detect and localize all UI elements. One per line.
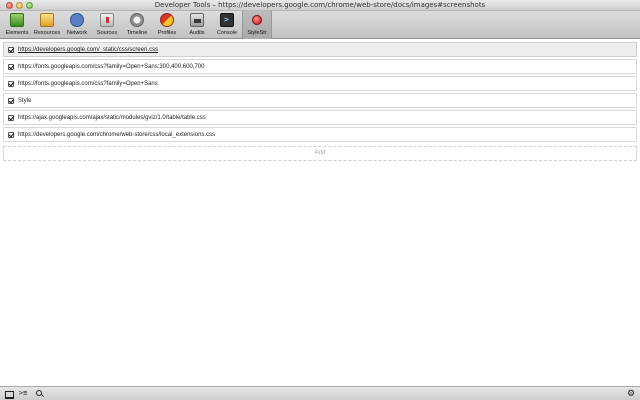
tab-timeline[interactable]: Timeline: [122, 11, 152, 39]
stylesheet-row[interactable]: https://developers.google.com/_static/cs…: [3, 42, 637, 57]
stylesheet-checkbox[interactable]: [8, 115, 14, 121]
stylesheet-row[interactable]: https://ajax.googleapis.com/ajax/static/…: [3, 110, 637, 125]
tab-stylestr[interactable]: StyleStr: [242, 11, 272, 39]
audits-icon: [190, 13, 204, 27]
gear-icon[interactable]: ⚙: [624, 387, 638, 400]
tab-label: Network: [66, 30, 88, 36]
profiles-icon: [160, 13, 174, 27]
stylesheet-url[interactable]: Style: [18, 98, 31, 104]
tab-label: Console: [216, 30, 238, 36]
add-stylesheet-button[interactable]: Add: [3, 146, 637, 161]
stylesheet-list: https://developers.google.com/_static/cs…: [0, 40, 640, 386]
stylesheet-url[interactable]: https://fonts.googleapis.com/css?family=…: [18, 81, 158, 87]
stylesheet-url[interactable]: https://ajax.googleapis.com/ajax/static/…: [18, 115, 206, 121]
elements-icon: [10, 13, 24, 27]
tab-elements[interactable]: Elements: [2, 11, 32, 39]
stylesheet-checkbox[interactable]: [8, 64, 14, 70]
tab-label: Audits: [189, 30, 205, 36]
tab-sources[interactable]: Sources: [92, 11, 122, 39]
network-icon: [70, 13, 84, 27]
stylesheet-row[interactable]: https://fonts.googleapis.com/css?family=…: [3, 59, 637, 74]
dock-icon[interactable]: [2, 387, 16, 400]
tab-resources[interactable]: Resources: [32, 11, 62, 39]
tab-audits[interactable]: Audits: [182, 11, 212, 39]
tab-network[interactable]: Network: [62, 11, 92, 39]
tab-label: Profiles: [157, 30, 177, 36]
tab-label: Elements: [5, 30, 29, 36]
stylesheet-checkbox[interactable]: [8, 132, 14, 138]
timeline-icon: [130, 13, 144, 27]
tab-label: Timeline: [126, 30, 148, 36]
stylesheet-url[interactable]: https://developers.google.com/chrome/web…: [18, 132, 215, 138]
stylesheet-checkbox[interactable]: [8, 98, 14, 104]
tab-console[interactable]: Console: [212, 11, 242, 39]
title-bar: Developer Tools – https://developers.goo…: [0, 0, 640, 11]
stylesheet-row[interactable]: https://developers.google.com/chrome/web…: [3, 127, 637, 142]
tab-label: Sources: [96, 30, 118, 36]
resources-icon: [40, 13, 54, 27]
window-title: Developer Tools – https://developers.goo…: [154, 1, 486, 9]
stylesheet-checkbox[interactable]: [8, 47, 14, 53]
show-console-icon[interactable]: >≡: [16, 387, 30, 400]
tab-label: Resources: [33, 30, 61, 36]
search-icon[interactable]: [32, 387, 46, 400]
stylestr-icon: [252, 15, 262, 25]
console-icon: [220, 13, 234, 27]
tab-profiles[interactable]: Profiles: [152, 11, 182, 39]
stylesheet-checkbox[interactable]: [8, 81, 14, 87]
devtools-toolbar: Elements Resources Network Sources Timel…: [0, 11, 640, 39]
stylesheet-url[interactable]: https://fonts.googleapis.com/css?family=…: [18, 64, 204, 70]
stylesheet-row[interactable]: https://fonts.googleapis.com/css?family=…: [3, 76, 637, 91]
tab-label: StyleStr: [247, 30, 267, 36]
stylesheet-row[interactable]: Style: [3, 93, 637, 108]
stylesheet-url[interactable]: https://developers.google.com/_static/cs…: [18, 47, 158, 53]
status-bar: >≡ ⚙: [0, 386, 640, 400]
sources-icon: [100, 13, 114, 27]
